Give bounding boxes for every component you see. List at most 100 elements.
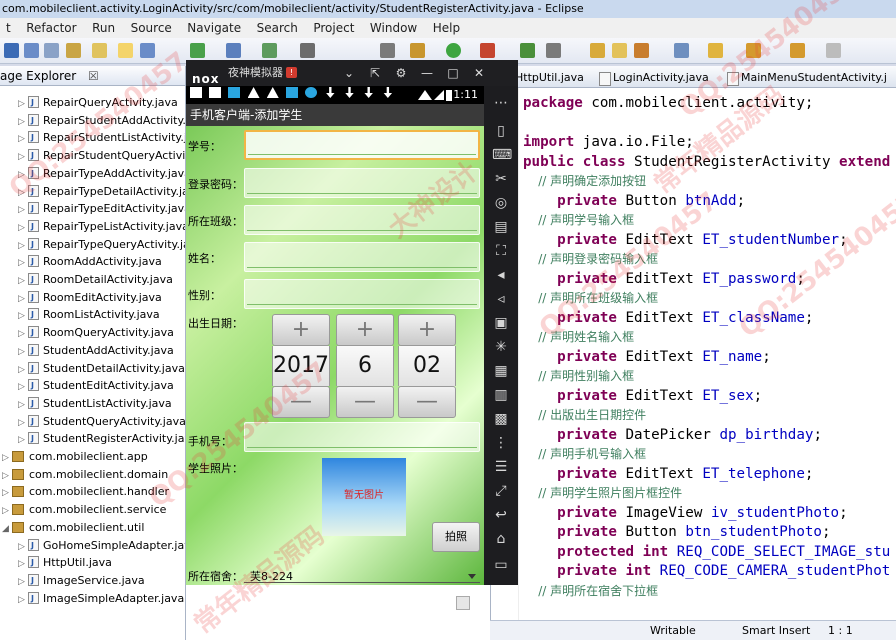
expand-icon[interactable]: ⤢ xyxy=(492,482,510,500)
close-icon[interactable]: ✕ xyxy=(468,60,490,86)
dropdown-arrow-icon[interactable] xyxy=(468,574,476,579)
tree-file-item[interactable]: ▷ GoHomeSimpleAdapter.jav xyxy=(18,537,185,556)
tab-login-activity[interactable]: LoginActivity.java xyxy=(595,68,709,87)
tree-file-item[interactable]: ▷ RepairStudentQueryActivity xyxy=(18,147,185,165)
package-explorer-tab[interactable]: age Explorer ☒ xyxy=(0,66,185,86)
highlight-icon[interactable] xyxy=(118,43,133,58)
home-icon[interactable]: ⌂ xyxy=(492,530,510,548)
year-value[interactable]: 2017 xyxy=(272,346,330,386)
collapsed-icon[interactable]: ▷ xyxy=(18,202,28,219)
menu-item-navigate[interactable]: Navigate xyxy=(181,18,247,38)
recents-icon[interactable]: ▭ xyxy=(492,556,510,574)
macro-icon[interactable]: ▥ xyxy=(492,386,510,404)
open-type-icon[interactable] xyxy=(590,43,605,58)
settings-icon[interactable]: ⚙ xyxy=(390,60,412,86)
window-icon[interactable] xyxy=(226,43,241,58)
expanded-icon[interactable]: ◢ xyxy=(2,521,12,538)
back-icon[interactable] xyxy=(746,43,761,58)
menu-item-help[interactable]: Help xyxy=(427,18,466,38)
day-decrement-button[interactable]: — xyxy=(398,386,456,418)
collapsed-icon[interactable]: ▷ xyxy=(18,326,28,343)
marker-icon[interactable] xyxy=(634,43,649,58)
menu-dots-icon[interactable]: ⋯ xyxy=(492,94,510,112)
tree-file-item[interactable]: ▷ RepairQueryActivity.java xyxy=(18,94,178,112)
tree-package-item[interactable]: ◢ com.mobileclient.util xyxy=(2,519,144,537)
tree-package-item[interactable]: ▷ com.mobileclient.app xyxy=(2,448,148,466)
more-icon[interactable]: ⋮ xyxy=(492,434,510,452)
record-icon[interactable]: ▩ xyxy=(492,410,510,428)
collapsed-icon[interactable]: ▷ xyxy=(18,291,28,308)
tree-file-item[interactable]: ▷ RepairStudentListActivity.ja xyxy=(18,129,185,147)
tree-file-item[interactable]: ▷ StudentListActivity.java xyxy=(18,395,172,413)
minimize-icon[interactable]: — xyxy=(416,60,438,86)
collapsed-icon[interactable]: ▷ xyxy=(18,539,28,556)
tree-package-item[interactable]: ▷ com.mobileclient.domain xyxy=(2,466,168,484)
tree-file-item[interactable]: ▷ RepairStudentAddActivity.ja xyxy=(18,112,185,131)
keyboard-icon[interactable]: ⌨ xyxy=(492,146,512,164)
collapsed-icon[interactable]: ▷ xyxy=(18,255,28,272)
new-icon[interactable] xyxy=(4,43,19,58)
scissors-icon[interactable]: ✂ xyxy=(492,170,510,188)
tree-file-item[interactable]: ▷ ImageSimpleAdapter.java xyxy=(18,590,184,608)
pen-icon[interactable] xyxy=(380,43,395,58)
screenshot-icon[interactable]: ▦ xyxy=(492,362,510,380)
nav-arrow-icon[interactable] xyxy=(826,43,841,58)
menu-item-project[interactable]: Project xyxy=(307,18,360,38)
multi-window-icon[interactable]: ▤ xyxy=(492,218,510,236)
day-value[interactable]: 02 xyxy=(398,346,456,386)
debug-icon[interactable] xyxy=(410,43,425,58)
run-icon[interactable] xyxy=(446,43,461,58)
name-input[interactable] xyxy=(244,242,480,272)
year-increment-button[interactable]: + xyxy=(272,314,330,346)
notification-badge[interactable]: ! xyxy=(286,67,297,78)
month-picker[interactable]: + 6 — xyxy=(336,314,394,418)
volume-down-icon[interactable]: ◃ xyxy=(492,290,510,308)
month-value[interactable]: 6 xyxy=(336,346,394,386)
phone-icon[interactable]: ▯ xyxy=(492,122,510,140)
tree-package-item[interactable]: ▷ com.mobileclient.handler xyxy=(2,483,169,501)
folder-icon[interactable] xyxy=(92,43,107,58)
collapsed-icon[interactable]: ▷ xyxy=(18,238,28,255)
password-input[interactable] xyxy=(244,168,480,198)
tree-file-item[interactable]: ▷ StudentDetailActivity.java xyxy=(18,360,185,378)
settings-icon[interactable] xyxy=(546,43,561,58)
volume-up-icon[interactable]: ◂ xyxy=(492,266,510,284)
forward-icon[interactable] xyxy=(790,43,805,58)
collapsed-icon[interactable]: ▷ xyxy=(18,592,28,609)
tree-file-item[interactable]: ▷ RoomAddActivity.java xyxy=(18,253,162,271)
collapsed-icon[interactable]: ▷ xyxy=(2,485,12,502)
tree-file-item[interactable]: ▷ RoomListActivity.java xyxy=(18,306,160,324)
telephone-input[interactable] xyxy=(244,422,480,452)
menu-item-source[interactable]: Source xyxy=(125,18,178,38)
tree-file-item[interactable]: ▷ StudentQueryActivity.java xyxy=(18,413,185,432)
collapsed-icon[interactable]: ▷ xyxy=(18,379,28,396)
tree-file-item[interactable]: ▷ ImageService.java xyxy=(18,572,145,590)
apk-icon[interactable]: ▣ xyxy=(492,314,510,332)
shake-icon[interactable]: ✳ xyxy=(492,338,510,356)
close-icon[interactable]: ☒ xyxy=(88,69,99,83)
menu-item-refactor-partial[interactable]: t xyxy=(0,18,17,38)
collapsed-icon[interactable]: ▷ xyxy=(18,308,28,325)
tree-file-item[interactable]: ▷ RepairTypeDetailActivity.jav xyxy=(18,183,185,201)
collapsed-icon[interactable]: ▷ xyxy=(18,167,28,184)
external-tools-icon[interactable] xyxy=(480,43,495,58)
collapsed-icon[interactable]: ▷ xyxy=(18,574,28,591)
tree-file-item[interactable]: ▷ RepairTypeAddActivity.java xyxy=(18,165,185,184)
print-icon[interactable] xyxy=(66,43,81,58)
class-input[interactable] xyxy=(244,205,480,235)
tree-file-item[interactable]: ▷ RoomQueryActivity.java xyxy=(18,324,174,342)
tree-file-item[interactable]: ▷ RoomEditActivity.java xyxy=(18,289,162,307)
collapsed-icon[interactable]: ▷ xyxy=(18,362,28,379)
collapsed-icon[interactable]: ▷ xyxy=(18,114,28,131)
open-folder-icon[interactable] xyxy=(612,43,627,58)
back-icon[interactable]: ↩ xyxy=(492,506,510,524)
collapsed-icon[interactable]: ▷ xyxy=(18,415,28,432)
annotation-icon[interactable] xyxy=(674,43,689,58)
collapsed-icon[interactable]: ▷ xyxy=(18,273,28,290)
menu-item-refactor[interactable]: Refactor xyxy=(20,18,82,38)
location-icon[interactable]: ◎ xyxy=(492,194,510,212)
student-photo-image[interactable]: 暂无图片 xyxy=(322,458,406,536)
save-all-icon[interactable] xyxy=(44,43,59,58)
menu-item-window[interactable]: Window xyxy=(364,18,423,38)
code-editor[interactable]: HttpUtil.java LoginActivity.java MainMen… xyxy=(490,66,896,620)
